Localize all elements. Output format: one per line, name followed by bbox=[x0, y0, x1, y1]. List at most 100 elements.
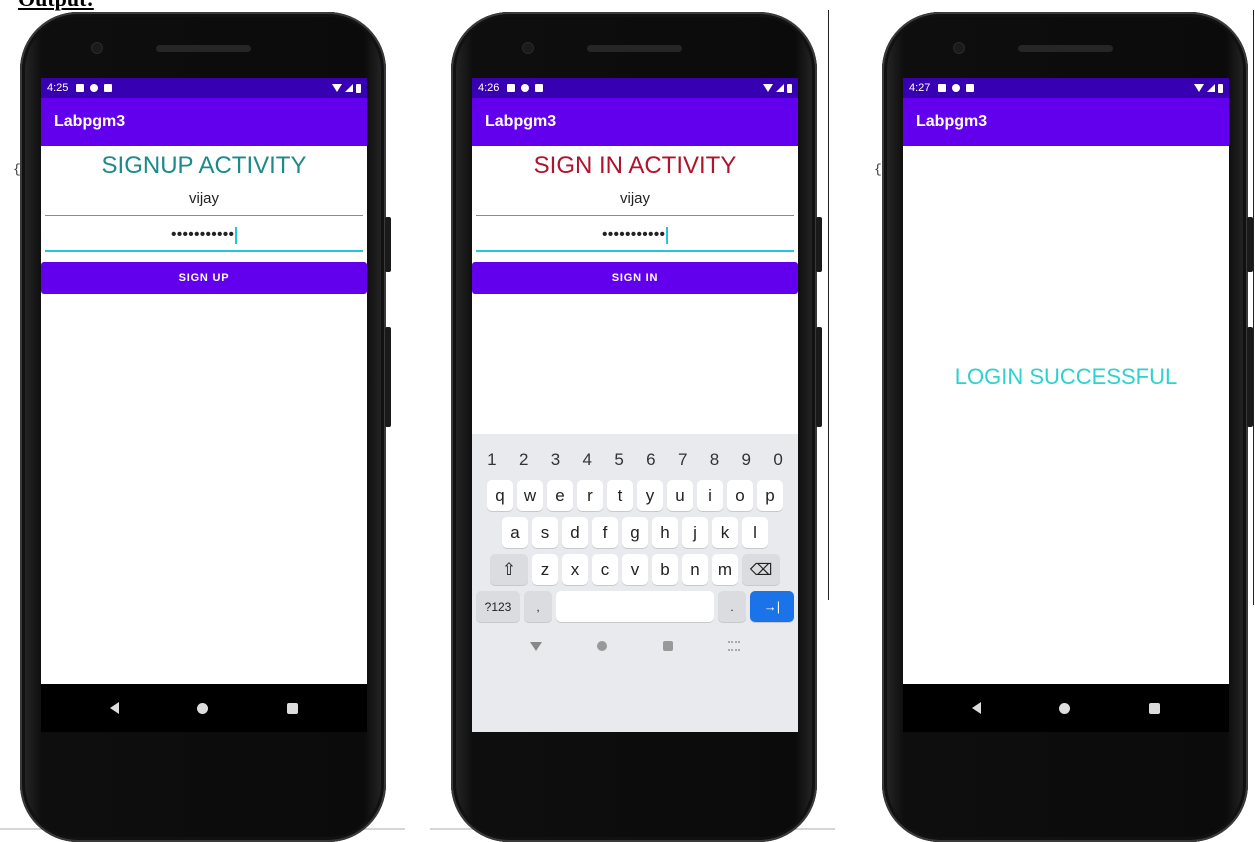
volume-button bbox=[1247, 217, 1253, 272]
back-icon[interactable] bbox=[972, 702, 982, 714]
front-camera bbox=[523, 43, 533, 53]
recents-icon[interactable] bbox=[286, 702, 298, 714]
sign-in-button[interactable]: SIGN IN bbox=[472, 262, 798, 294]
power-button bbox=[1247, 327, 1253, 427]
key-u[interactable]: u bbox=[667, 480, 693, 511]
sd-card-icon bbox=[104, 84, 113, 92]
sign-up-button[interactable]: SIGN UP bbox=[41, 262, 367, 294]
key-i[interactable]: i bbox=[697, 480, 723, 511]
home-icon[interactable] bbox=[197, 702, 209, 714]
key-x[interactable]: x bbox=[562, 554, 588, 585]
status-time: 4:26 bbox=[478, 82, 500, 94]
period-key[interactable]: . bbox=[718, 591, 746, 622]
keyboard-switch-icon[interactable] bbox=[728, 641, 741, 651]
page-frame-line bbox=[1253, 10, 1254, 605]
key-c[interactable]: c bbox=[592, 554, 618, 585]
key-l[interactable]: l bbox=[742, 517, 768, 548]
status-time: 4:27 bbox=[909, 82, 931, 94]
hide-keyboard-icon[interactable] bbox=[529, 641, 542, 651]
earpiece-speaker bbox=[587, 45, 682, 52]
key-k[interactable]: k bbox=[712, 517, 738, 548]
key-a[interactable]: a bbox=[502, 517, 528, 548]
key-d[interactable]: d bbox=[562, 517, 588, 548]
system-icons bbox=[763, 83, 792, 93]
system-icons bbox=[1194, 83, 1223, 93]
keyboard-row-4: ?123 , . →| bbox=[472, 591, 798, 622]
username-field[interactable]: vijay bbox=[45, 180, 363, 216]
keyboard-row-1: q w e r t y u i o p bbox=[472, 480, 798, 511]
screen-signup: 4:25 Labpgm3 SIGNUP ACTIVITY vijay •••••… bbox=[41, 78, 367, 732]
key-6[interactable]: 6 bbox=[646, 450, 655, 470]
key-2[interactable]: 2 bbox=[519, 450, 528, 470]
home-icon[interactable] bbox=[1059, 702, 1071, 714]
key-v[interactable]: v bbox=[622, 554, 648, 585]
key-3[interactable]: 3 bbox=[551, 450, 560, 470]
key-7[interactable]: 7 bbox=[678, 450, 687, 470]
username-value: vijay bbox=[188, 190, 219, 207]
text-cursor bbox=[235, 226, 237, 244]
key-8[interactable]: 8 bbox=[710, 450, 719, 470]
sync-icon bbox=[521, 84, 530, 92]
key-r[interactable]: r bbox=[577, 480, 603, 511]
wifi-icon bbox=[332, 84, 342, 92]
status-time: 4:25 bbox=[47, 82, 69, 94]
key-w[interactable]: w bbox=[517, 480, 543, 511]
app-title: Labpgm3 bbox=[916, 113, 988, 130]
battery-icon bbox=[787, 83, 792, 93]
shift-key[interactable]: ⇧ bbox=[490, 554, 528, 585]
key-p[interactable]: p bbox=[757, 480, 783, 511]
recents-icon[interactable] bbox=[662, 641, 673, 651]
key-t[interactable]: t bbox=[607, 480, 633, 511]
symbols-key[interactable]: ?123 bbox=[476, 591, 520, 622]
keyboard-number-row: 1 2 3 4 5 6 7 8 9 0 bbox=[472, 446, 798, 474]
key-h[interactable]: h bbox=[652, 517, 678, 548]
cell-signal-icon bbox=[776, 84, 784, 92]
key-m[interactable]: m bbox=[712, 554, 738, 585]
notification-icons bbox=[76, 84, 113, 92]
notification-icon bbox=[938, 84, 947, 92]
navigation-bar bbox=[903, 684, 1229, 732]
comma-key[interactable]: , bbox=[524, 591, 552, 622]
key-q[interactable]: q bbox=[487, 480, 513, 511]
key-y[interactable]: y bbox=[637, 480, 663, 511]
password-field[interactable]: ••••••••••• bbox=[476, 216, 794, 252]
notification-icon bbox=[76, 84, 85, 92]
recents-icon[interactable] bbox=[1148, 702, 1160, 714]
key-4[interactable]: 4 bbox=[583, 450, 592, 470]
sync-icon bbox=[90, 84, 99, 92]
cell-signal-icon bbox=[1207, 84, 1215, 92]
key-f[interactable]: f bbox=[592, 517, 618, 548]
key-n[interactable]: n bbox=[682, 554, 708, 585]
password-field[interactable]: ••••••••••• bbox=[45, 216, 363, 252]
username-field[interactable]: vijay bbox=[476, 180, 794, 216]
wifi-icon bbox=[763, 84, 773, 92]
key-b[interactable]: b bbox=[652, 554, 678, 585]
key-g[interactable]: g bbox=[622, 517, 648, 548]
key-s[interactable]: s bbox=[532, 517, 558, 548]
app-title: Labpgm3 bbox=[54, 113, 126, 130]
app-bar: Labpgm3 bbox=[903, 98, 1229, 146]
key-9[interactable]: 9 bbox=[742, 450, 751, 470]
battery-icon bbox=[356, 83, 361, 93]
backspace-key[interactable]: ⌫ bbox=[742, 554, 780, 585]
space-bar[interactable] bbox=[556, 591, 714, 622]
key-j[interactable]: j bbox=[682, 517, 708, 548]
key-0[interactable]: 0 bbox=[773, 450, 782, 470]
enter-key[interactable]: →| bbox=[750, 591, 794, 622]
key-5[interactable]: 5 bbox=[614, 450, 623, 470]
front-camera bbox=[92, 43, 102, 53]
key-1[interactable]: 1 bbox=[487, 450, 496, 470]
navigation-bar bbox=[41, 684, 367, 732]
back-icon[interactable] bbox=[110, 702, 120, 714]
page-frame-line bbox=[828, 10, 829, 600]
status-bar: 4:25 bbox=[41, 78, 367, 98]
phone-frame-success: 4:27 Labpgm3 LOGIN SUCCESSFUL bbox=[882, 12, 1253, 842]
status-bar: 4:26 bbox=[472, 78, 798, 98]
notification-icons bbox=[507, 84, 544, 92]
key-o[interactable]: o bbox=[727, 480, 753, 511]
key-e[interactable]: e bbox=[547, 480, 573, 511]
home-icon[interactable] bbox=[597, 641, 608, 651]
battery-icon bbox=[1218, 83, 1223, 93]
password-value: ••••••••••• bbox=[602, 226, 666, 243]
key-z[interactable]: z bbox=[532, 554, 558, 585]
